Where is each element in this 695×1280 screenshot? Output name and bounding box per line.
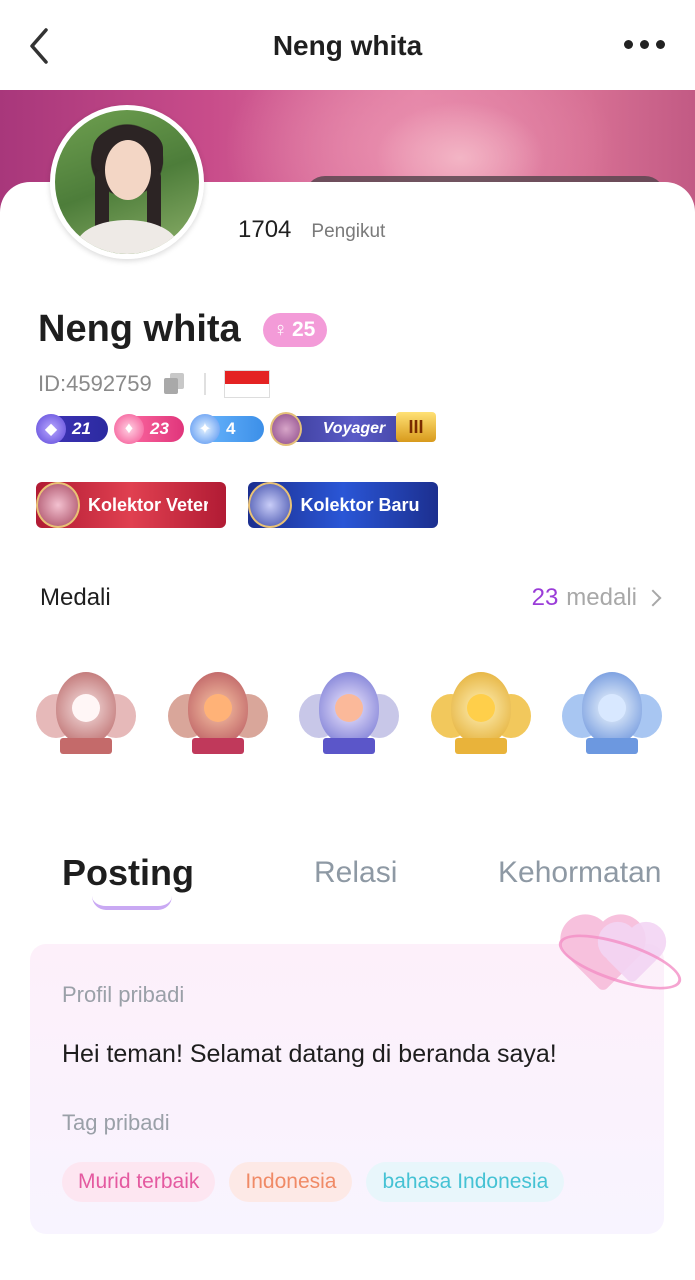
gem-level-badge[interactable]: ♦ 23 [114, 414, 184, 444]
dot-icon [656, 40, 665, 49]
tab-posting[interactable]: Posting [62, 852, 194, 894]
tag-chip[interactable]: Murid terbaik [62, 1162, 216, 1202]
followers-stat[interactable]: 1704 Pengikut [238, 216, 385, 244]
medals-suffix: medali [566, 584, 637, 611]
title-badge-kolektor-veteran[interactable]: Kolektor Veteran [36, 482, 226, 528]
copy-icon[interactable] [163, 373, 186, 395]
level-badge: ♀ 25 [263, 313, 328, 347]
female-icon: ♀ [273, 318, 288, 341]
profile-name: Neng whita [38, 308, 241, 350]
diamond-count-badge[interactable]: ✦ 4 [190, 414, 264, 444]
badges-row: ◆ 21 ♦ 23 ✦ 4 Voyager III [36, 412, 436, 446]
title-badges: Kolektor Veteran Kolektor Baru [36, 482, 438, 528]
dot-icon [640, 40, 649, 49]
divider [203, 373, 206, 395]
dot-icon [624, 40, 633, 49]
medals-count-link[interactable]: 23 medali [531, 584, 662, 612]
top-bar: Neng whita [0, 0, 695, 90]
tag-chip[interactable]: Indonesia [229, 1162, 353, 1202]
medals-heading: Medali [40, 584, 111, 611]
profile-tabs: Posting Relasi Kehormatan [0, 852, 695, 916]
more-options-button[interactable] [624, 40, 665, 49]
followers-label: Pengikut [311, 221, 386, 242]
tag-chip[interactable]: bahasa Indonesia [366, 1162, 565, 1202]
emblem-icon [36, 482, 80, 528]
medals-row [34, 660, 664, 770]
voyager-rank-badge[interactable]: Voyager III [270, 412, 436, 446]
user-id: ID:4592759 [38, 371, 152, 396]
indonesia-flag-icon [223, 370, 270, 398]
page-title: Neng whita [272, 30, 423, 61]
chevron-right-icon [644, 589, 662, 607]
medal-diamond-icon[interactable] [166, 660, 270, 768]
medal-shield-icon[interactable] [297, 660, 401, 768]
personal-profile-box: Profil pribadi Hei teman! Selamat datang… [30, 921, 688, 1234]
hearts-decoration-icon [552, 921, 688, 1002]
personal-tags: Murid terbaik Indonesia bahasa Indonesia [62, 1162, 565, 1202]
id-row: ID:4592759 [38, 370, 270, 398]
level-value: 25 [292, 318, 316, 341]
diamond-icon: ✦ [190, 414, 220, 444]
medal-star-icon[interactable] [34, 660, 138, 768]
profile-label: Profil pribadi [62, 982, 185, 1007]
active-tab-indicator [92, 896, 172, 910]
medals-count: 23 [531, 584, 559, 611]
medal-eagle-icon[interactable] [429, 660, 533, 768]
medal-icon [270, 412, 302, 446]
followers-count: 1704 [238, 216, 292, 243]
medal-microphone-icon[interactable] [560, 660, 664, 768]
tab-kehormatan[interactable]: Kehormatan [498, 856, 661, 890]
shield-icon: ◆ [36, 414, 66, 444]
avatar[interactable] [50, 105, 204, 259]
shield-level-badge[interactable]: ◆ 21 [36, 414, 108, 444]
emblem-icon [248, 482, 292, 528]
tags-label: Tag pribadi [62, 1110, 170, 1135]
gem-icon: ♦ [114, 414, 144, 444]
tab-relasi[interactable]: Relasi [314, 856, 397, 890]
title-badge-kolektor-baru[interactable]: Kolektor Baru [248, 482, 438, 528]
profile-bio: Hei teman! Selamat datang di beranda say… [62, 1040, 557, 1068]
rank-tier: III [396, 412, 436, 442]
